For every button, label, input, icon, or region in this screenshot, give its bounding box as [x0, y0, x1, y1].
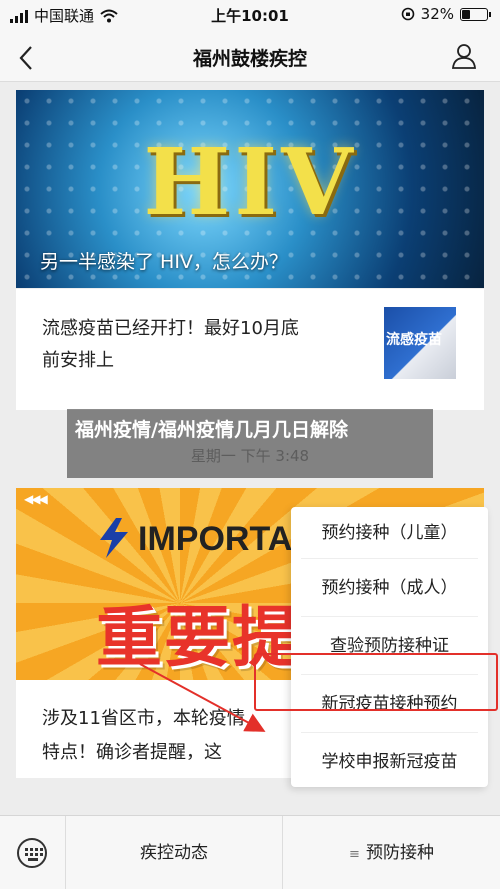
battery-icon	[460, 7, 491, 21]
highlight-box	[254, 653, 498, 711]
keyboard-toggle[interactable]	[0, 816, 66, 889]
title-overlay: 福州疫情/福州疫情几月几日解除	[67, 409, 433, 478]
article-sub-title-line1: 流感疫苗已经开打！最好10月底	[42, 318, 299, 339]
article-sub-title-line2: 前安排上	[42, 350, 114, 371]
lightning-icon	[100, 518, 128, 558]
article-hero-image[interactable]: HIV 另一半感染了 HIV，怎么办？	[16, 90, 484, 288]
banner-english-text: IMPORTA	[138, 520, 293, 558]
menu-item-child-vaccination[interactable]: 预约接种（儿童）	[301, 507, 478, 559]
rotation-lock-icon	[401, 7, 414, 21]
menu-icon: ≡	[349, 847, 360, 862]
keyboard-icon	[17, 838, 47, 868]
battery-fill	[462, 9, 470, 19]
status-bar: 中国联通 上午10:01 32%	[0, 0, 500, 30]
nav-bar: 福州鼓楼疾控	[0, 30, 500, 82]
popup-menu: 预约接种（儿童） 预约接种（成人） 查验预防接种证 新冠疫苗接种预约 学校申报新…	[291, 507, 488, 787]
menu-item-school-covid[interactable]: 学校申报新冠疫苗	[301, 733, 478, 791]
article-thumbnail[interactable]: 流感疫苗	[384, 307, 456, 379]
article-sub-item[interactable]: 流感疫苗已经开打！最好10月底 前安排上 流感疫苗	[16, 288, 484, 410]
tab-disease-control-news[interactable]: 疾控动态	[66, 816, 283, 889]
menu-item-adult-vaccination[interactable]: 预约接种（成人）	[301, 559, 478, 617]
battery-percent: 32%	[420, 5, 454, 23]
article-caption: 另一半感染了 HIV，怎么办？	[40, 251, 288, 273]
article-card[interactable]: HIV 另一半感染了 HIV，怎么办？ 流感疫苗已经开打！最好10月底 前安排上…	[16, 90, 484, 410]
hero-image-text: HIV	[143, 128, 357, 236]
status-right: 32%	[401, 5, 491, 23]
bottom-menu-bar: 疾控动态 ≡ 预防接种	[0, 815, 500, 889]
page-title: 福州鼓楼疾控	[192, 48, 307, 70]
user-icon[interactable]	[450, 42, 478, 70]
tab-vaccination[interactable]: ≡ 预防接种	[283, 816, 500, 889]
tab-vaccination-label: 预防接种	[365, 843, 434, 863]
overlay-text: 福州疫情/福州疫情几月几日解除	[75, 419, 348, 441]
arrows-icon: ◀◀◀	[24, 492, 48, 506]
article-sub-title: 流感疫苗已经开打！最好10月底 前安排上	[42, 313, 362, 377]
